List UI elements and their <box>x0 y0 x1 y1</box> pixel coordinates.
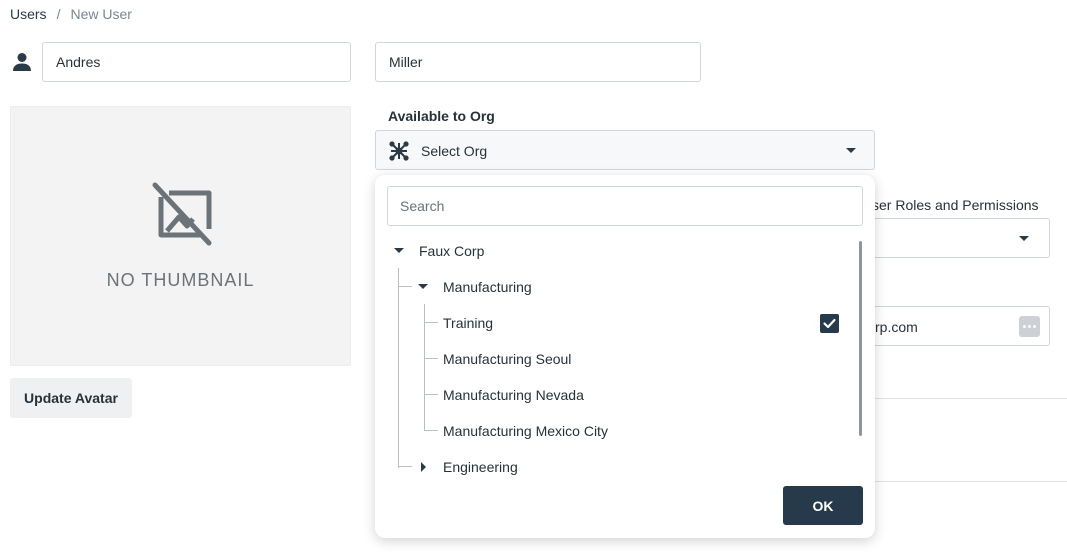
chevron-down-icon <box>846 148 856 153</box>
more-icon[interactable] <box>1019 316 1040 337</box>
expand-caret-icon[interactable] <box>394 248 404 253</box>
tree-node-label: Manufacturing <box>443 279 532 295</box>
tree-node-manufacturing-mexico-city[interactable]: Manufacturing Mexico City <box>375 413 862 449</box>
last-name-field[interactable]: Miller <box>375 42 701 82</box>
tree-node-label: Training <box>443 315 494 331</box>
tree-node-label: Manufacturing Nevada <box>443 387 584 403</box>
email-field[interactable]: rp.com <box>860 306 1050 346</box>
org-select-placeholder: Select Org <box>421 143 488 159</box>
tree-node-manufacturing-nevada[interactable]: Manufacturing Nevada <box>375 377 862 413</box>
tree-node-label: Manufacturing Mexico City <box>443 423 608 439</box>
update-avatar-button[interactable]: Update Avatar <box>10 378 132 418</box>
ok-button[interactable]: OK <box>783 486 863 525</box>
thumbnail-placeholder: NO THUMBNAIL <box>10 106 351 366</box>
tree-node-manufacturing[interactable]: Manufacturing <box>375 269 862 305</box>
no-thumbnail-text: NO THUMBNAIL <box>106 270 255 290</box>
divider <box>874 398 1067 399</box>
available-to-org-label: Available to Org <box>388 108 495 124</box>
tree-node-label: Engineering <box>443 459 518 475</box>
breadcrumb-users-link[interactable]: Users <box>10 6 47 22</box>
roles-permissions-label: ser Roles and Permissions <box>872 197 1039 213</box>
org-select[interactable]: Select Org <box>375 130 875 170</box>
org-network-icon <box>389 141 409 161</box>
checkmark-icon <box>823 318 836 329</box>
breadcrumb-current: New User <box>70 6 132 22</box>
breadcrumb: Users / New User <box>10 6 132 22</box>
org-tree: Faux Corp Manufacturing Training Manufac… <box>375 233 862 475</box>
first-name-field[interactable]: Andres <box>42 42 351 82</box>
expand-caret-icon[interactable] <box>418 284 428 289</box>
tree-node-label: Manufacturing Seoul <box>443 351 572 367</box>
training-checkbox[interactable] <box>820 314 839 333</box>
divider <box>874 481 1067 482</box>
email-field-value: rp.com <box>875 319 918 335</box>
expand-caret-icon[interactable] <box>421 462 426 472</box>
chevron-down-icon <box>1019 236 1029 241</box>
tree-node-faux-corp[interactable]: Faux Corp <box>375 233 862 269</box>
no-image-icon <box>152 182 212 246</box>
breadcrumb-separator: / <box>56 6 61 22</box>
tree-scrollbar[interactable] <box>859 241 862 436</box>
tree-node-training[interactable]: Training <box>375 305 862 341</box>
tree-node-label: Faux Corp <box>419 243 485 259</box>
org-search-input[interactable] <box>387 186 863 226</box>
roles-select[interactable] <box>860 218 1050 258</box>
tree-node-engineering[interactable]: Engineering <box>375 449 862 475</box>
person-icon <box>13 53 31 71</box>
org-picker-popup: Faux Corp Manufacturing Training Manufac… <box>375 175 875 538</box>
tree-node-manufacturing-seoul[interactable]: Manufacturing Seoul <box>375 341 862 377</box>
